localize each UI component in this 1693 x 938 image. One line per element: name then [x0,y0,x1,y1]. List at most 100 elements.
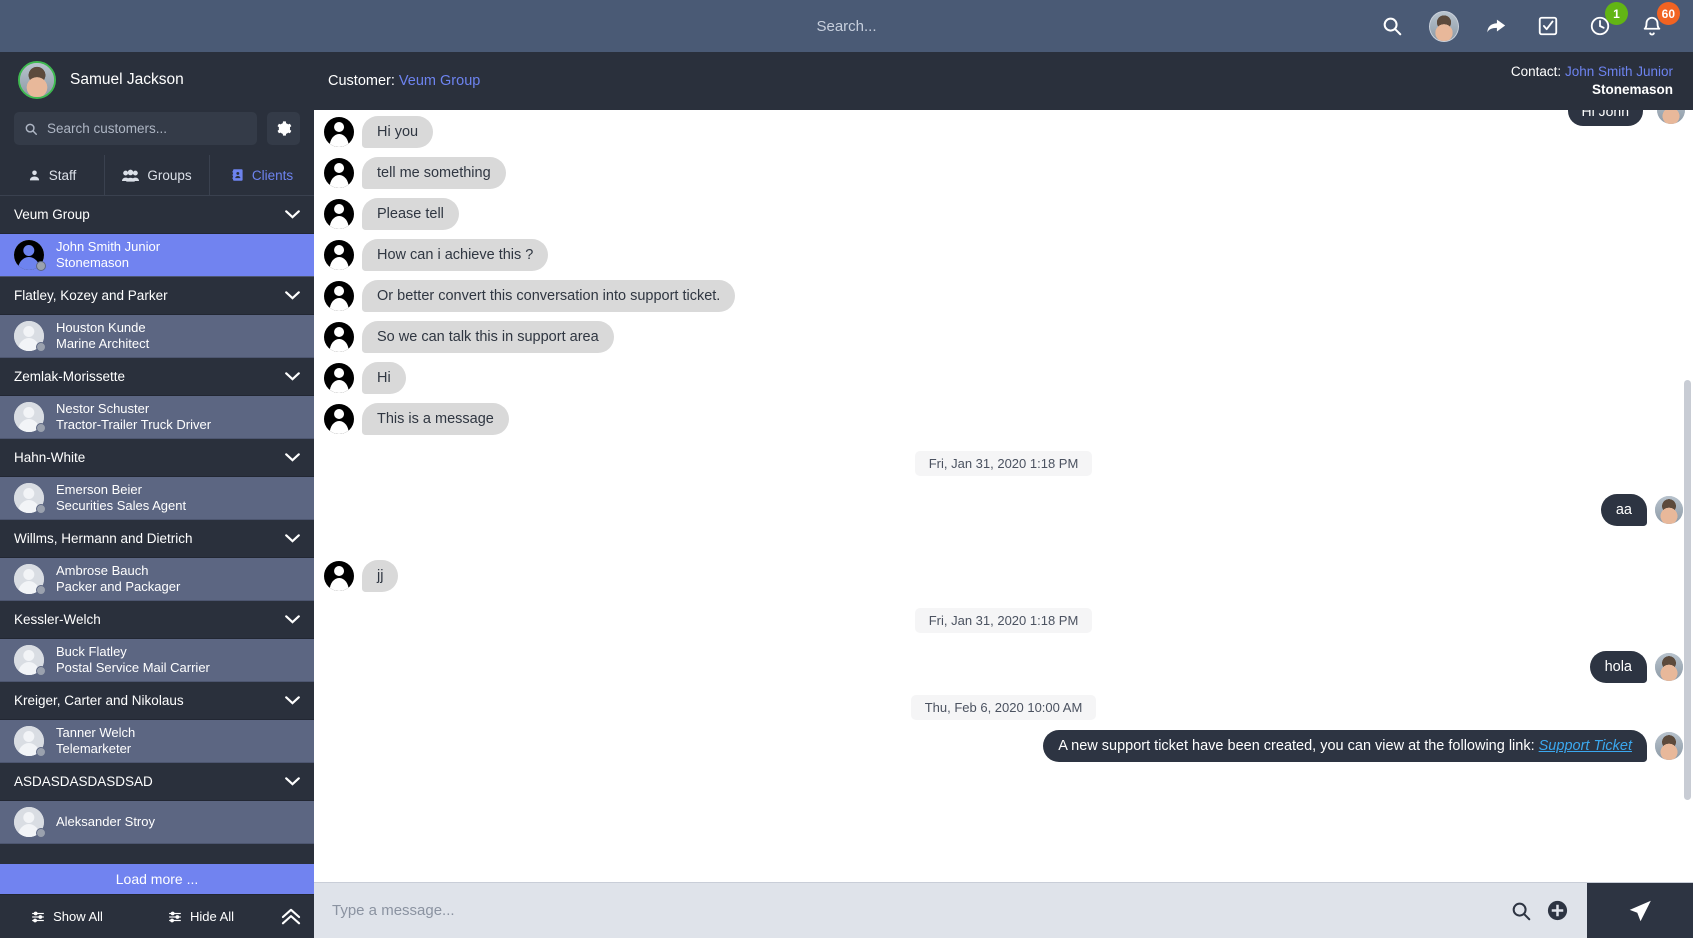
group-header[interactable]: Willms, Hermann and Dietrich [0,520,314,558]
avatar [14,564,46,595]
avatar [18,61,56,99]
profile-avatar[interactable] [1429,10,1459,42]
bell-icon[interactable]: 60 [1637,2,1680,41]
contact-role: Packer and Packager [56,579,181,594]
avatar [1655,732,1683,760]
avatar [324,117,354,147]
group-header[interactable]: Flatley, Kozey and Parker [0,277,314,315]
avatar [14,483,46,514]
chevron-down-icon [285,696,300,705]
message-bubble: Hi [362,362,406,394]
search-icon[interactable] [1377,11,1407,41]
group-name: ASDASDASDASDSAD [14,774,153,789]
send-button[interactable] [1587,883,1693,938]
chevron-down-icon [285,291,300,300]
avatar [14,240,46,271]
load-more-button[interactable]: Load more ... [0,864,314,894]
tab-groups[interactable]: Groups [105,155,210,195]
message-text: A new support ticket have been created, … [1058,738,1539,754]
message-row: How can i achieve this ? [324,239,1683,271]
list-item[interactable]: Nestor Schuster Tractor-Trailer Truck Dr… [0,396,314,439]
message-bubble: Hi you [362,116,434,148]
group-header[interactable]: ASDASDASDASDSAD [0,763,314,801]
list-item[interactable]: Aleksander Stroy [0,801,314,844]
chevron-down-icon [285,534,300,543]
address-book-icon [232,169,243,181]
timestamp-row: Fri, Jan 31, 2020 1:18 PM [324,451,1683,476]
user-icon [29,170,39,180]
group-name: Veum Group [14,207,90,222]
message-scrollbar[interactable] [1684,380,1691,800]
avatar [324,322,354,352]
group-header[interactable]: Zemlak-Morissette [0,358,314,396]
group-header[interactable]: Veum Group [0,196,314,234]
list-item[interactable]: Houston Kunde Marine Architect [0,315,314,358]
contact-name[interactable]: John Smith Junior [1565,64,1673,79]
search-icon[interactable] [1510,900,1532,922]
customer-name[interactable]: Veum Group [399,73,480,89]
avatar [14,726,46,757]
group-header[interactable]: Kessler-Welch [0,601,314,639]
timestamp: Fri, Jan 31, 2020 1:18 PM [914,608,1093,633]
chevron-down-icon [285,453,300,462]
message-bubble: How can i achieve this ? [362,239,549,271]
tab-label: Clients [251,167,294,183]
list-item[interactable]: Ambrose Bauch Packer and Packager [0,558,314,601]
plus-circle-icon[interactable] [1546,899,1569,922]
chevron-double-up-icon[interactable] [268,908,314,926]
current-user-name: Samuel Jackson [70,71,184,88]
contact-name: Houston Kunde [56,319,146,335]
avatar [324,363,354,393]
group-header[interactable]: Kreiger, Carter and Nikolaus [0,682,314,720]
avatar [324,240,354,270]
tab-staff[interactable]: Staff [0,155,105,195]
tab-label: Staff [48,167,77,183]
list-item[interactable]: John Smith Junior Stonemason [0,234,314,277]
hide-all-label: Hide All [189,909,235,924]
message-row: Or better convert this conversation into… [324,280,1683,312]
message-bubble: Please tell [362,198,459,230]
message-list[interactable]: Hi John Hi you tell me something Please … [314,110,1693,882]
share-icon[interactable] [1481,11,1511,41]
search-customers-box[interactable] [14,112,257,145]
gear-icon[interactable] [267,112,300,145]
avatar [1657,110,1685,124]
customer-label: Customer: [328,73,395,89]
message-bubble: Or better convert this conversation into… [362,280,736,312]
message-row: hola [324,651,1683,683]
tab-clients[interactable]: Clients [210,155,314,195]
contact-role: Postal Service Mail Carrier [56,660,210,675]
message-input[interactable] [314,883,1492,938]
customer-list[interactable]: Veum Group John Smith Junior Stonemason … [0,196,314,894]
list-item[interactable]: Tanner Welch Telemarketer [0,720,314,763]
send-icon [1629,900,1651,921]
search-customers-input[interactable] [47,121,247,136]
group-name: Hahn-White [14,450,86,465]
list-item[interactable]: Buck Flatley Postal Service Mail Carrier [0,639,314,682]
support-ticket-link[interactable]: Support Ticket [1539,738,1632,754]
hide-all-button[interactable]: Hide All [134,909,268,924]
avatar [14,807,46,838]
clock-icon[interactable]: 1 [1585,2,1628,41]
group-header[interactable]: Hahn-White [0,439,314,477]
contact-role: Telemarketer [56,741,132,756]
message-bubble: aa [1600,494,1647,526]
contact-role: Tractor-Trailer Truck Driver [56,417,212,432]
message-bubble: This is a message [362,403,509,435]
message-bubble: hola [1589,651,1647,683]
message-row: So we can talk this in support area [324,321,1683,353]
show-all-button[interactable]: Show All [0,909,134,924]
chevron-down-icon [285,615,300,624]
chevron-down-icon [285,210,300,219]
list-item[interactable]: Emerson Beier Securities Sales Agent [0,477,314,520]
message-row: This is a message [324,403,1683,435]
message-row: A new support ticket have been created, … [324,730,1683,762]
top-bar-icons: 1 60 [1377,2,1693,42]
tasks-icon[interactable] [1533,11,1563,41]
app-body: Samuel Jackson Search customers... Staff… [0,52,1693,938]
group-name: Willms, Hermann and Dietrich [14,531,193,546]
contact-name: John Smith Junior [56,238,161,254]
chat-header: Customer: Veum Group Contact: John Smith… [314,52,1693,110]
global-search-input[interactable] [696,17,997,35]
message-bubble: tell me something [362,157,506,189]
